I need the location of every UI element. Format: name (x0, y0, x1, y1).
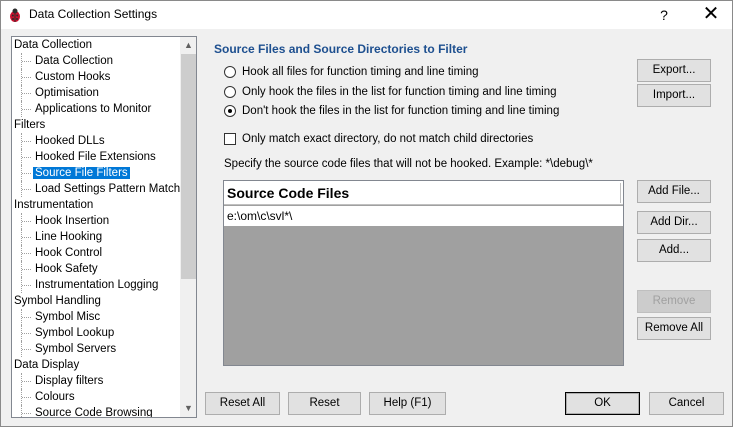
tree-item-label: Optimisation (35, 87, 99, 99)
add-button[interactable]: Add... (637, 239, 711, 262)
tree-item-label: Colours (35, 391, 75, 403)
settings-tree: Data Collection Data Collection Custom Hoo… (11, 36, 197, 418)
scroll-up-icon[interactable]: ▲ (180, 37, 196, 54)
window-title: Data Collection Settings (29, 7, 158, 21)
radio-circle[interactable] (224, 105, 236, 117)
radio-label: Hook all files for function timing and l… (242, 66, 479, 78)
close-button[interactable]: ✕ (694, 3, 728, 27)
tree-item[interactable]: Symbol Misc (12, 309, 180, 325)
tree-item[interactable]: Source Code Browsing (12, 405, 180, 418)
tree-item[interactable]: Symbol Servers (12, 341, 180, 357)
list-item[interactable]: e:\om\c\svl*\ (224, 206, 623, 226)
tree-item-label: Load Settings Pattern Match (35, 183, 181, 195)
radio-circle[interactable] (224, 66, 236, 78)
radio-hook-all[interactable]: Hook all files for function timing and l… (224, 64, 479, 80)
tree-item-label: Display filters (35, 375, 104, 387)
tree-group[interactable]: Symbol Handling (12, 293, 180, 309)
radio-dont-hook-list[interactable]: Don't hook the files in the list for fun… (224, 103, 559, 119)
help-button[interactable]: Help (F1) (369, 392, 446, 415)
tree-item[interactable]: Instrumentation Logging (12, 277, 180, 293)
tree-item[interactable]: Display filters (12, 373, 180, 389)
radio-label: Don't hook the files in the list for fun… (242, 105, 560, 117)
checkbox-box[interactable] (224, 133, 236, 145)
tree-item-label: Hook Control (35, 247, 103, 259)
tree-item[interactable]: Source File Filters (12, 165, 180, 181)
tree-item-label: Custom Hooks (35, 71, 111, 83)
remove-button[interactable]: Remove (637, 290, 711, 313)
tree-group[interactable]: Instrumentation (12, 197, 180, 213)
section-heading: Source Files and Source Directories to F… (214, 42, 468, 56)
tree-item-label: Hook Insertion (35, 215, 110, 227)
scroll-down-icon[interactable]: ▼ (180, 400, 196, 417)
tree-item[interactable]: Load Settings Pattern Match (12, 181, 180, 197)
scroll-thumb[interactable] (181, 54, 196, 279)
radio-label: Only hook the files in the list for func… (242, 86, 557, 98)
tree-item-label: Instrumentation Logging (35, 279, 159, 291)
source-files-list[interactable]: Source Code Files e:\om\c\svl*\ (223, 180, 624, 366)
tree-item-label: Source Code Browsing (35, 407, 153, 418)
tree-item-label: Data Collection (35, 55, 113, 67)
remove-all-button[interactable]: Remove All (637, 317, 711, 340)
tree-item[interactable]: Symbol Lookup (12, 325, 180, 341)
tree-item-label: Instrumentation (14, 199, 94, 211)
tree-item-label: Source File Filters (33, 167, 130, 179)
tree-scrollbar[interactable]: ▲ ▼ (180, 37, 196, 417)
tree-items: Data Collection Data Collection Custom Hoo… (12, 37, 180, 418)
tree-item[interactable]: Applications to Monitor (12, 101, 180, 117)
tree-item[interactable]: Colours (12, 389, 180, 405)
tree-item-label: Hooked File Extensions (35, 151, 156, 163)
tree-item-label: Line Hooking (35, 231, 103, 243)
add-dir-button[interactable]: Add Dir... (637, 211, 711, 234)
title-bar: Data Collection Settings ? ✕ (1, 1, 732, 29)
tree-item[interactable]: Hook Insertion (12, 213, 180, 229)
tree-item-label: Symbol Servers (35, 343, 117, 355)
settings-dialog: Data Collection Settings ? ✕ Data Collec… (0, 0, 733, 427)
tree-item-label: Applications to Monitor (35, 103, 152, 115)
tree-item[interactable]: Line Hooking (12, 229, 180, 245)
cancel-button[interactable]: Cancel (649, 392, 724, 415)
exact-directory-checkbox[interactable]: Only match exact directory, do not match… (224, 133, 533, 145)
tree-item-label: Data Display (14, 359, 80, 371)
tree-item[interactable]: Hooked File Extensions (12, 149, 180, 165)
tree-group[interactable]: Filters (12, 117, 180, 133)
tree-group[interactable]: Data Display (12, 357, 180, 373)
tree-item-label: Data Collection (14, 39, 92, 51)
radio-hook-only-list[interactable]: Only hook the files in the list for func… (224, 84, 557, 100)
tree-item-label: Symbol Lookup (35, 327, 115, 339)
tree-item-label: Hook Safety (35, 263, 98, 275)
help-title-button[interactable]: ? (649, 3, 679, 27)
tree-item-label: Symbol Misc (35, 311, 101, 323)
tree-item[interactable]: Hooked DLLs (12, 133, 180, 149)
reset-all-button[interactable]: Reset All (205, 392, 280, 415)
tree-item-label: Symbol Handling (14, 295, 101, 307)
hint-text: Specify the source code files that will … (224, 158, 593, 170)
add-file-button[interactable]: Add File... (637, 180, 711, 203)
tree-group[interactable]: Data Collection (12, 37, 180, 53)
tree-item[interactable]: Hook Safety (12, 261, 180, 277)
export-button[interactable]: Export... (637, 59, 711, 82)
tree-item[interactable]: Optimisation (12, 85, 180, 101)
tree-item[interactable]: Data Collection (12, 53, 180, 69)
tree-item[interactable]: Hook Control (12, 245, 180, 261)
import-button[interactable]: Import... (637, 84, 711, 107)
tree-item-label: Hooked DLLs (35, 135, 105, 147)
checkbox-label: Only match exact directory, do not match… (242, 133, 534, 145)
tree-item[interactable]: Custom Hooks (12, 69, 180, 85)
reset-button[interactable]: Reset (288, 392, 361, 415)
radio-circle[interactable] (224, 86, 236, 98)
list-column-header[interactable]: Source Code Files (224, 181, 623, 205)
ok-button[interactable]: OK (565, 392, 640, 415)
tree-item-label: Filters (14, 119, 46, 131)
bug-icon (10, 8, 20, 22)
